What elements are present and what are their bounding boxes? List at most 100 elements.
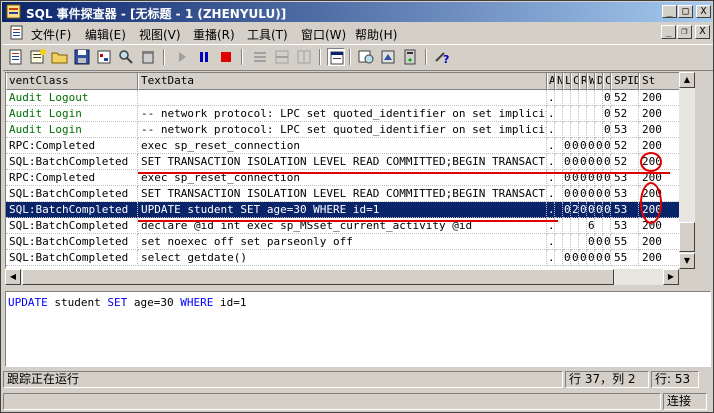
table-cell: 53 [611,218,639,234]
grid-horizontal-scrollbar[interactable]: ◀ ▶ [5,269,679,285]
mdi-restore-button[interactable]: ❐ [677,25,692,39]
new-trace-icon[interactable] [7,48,25,66]
new-template-icon[interactable] [29,48,47,66]
menu-edit[interactable]: 编辑(E) [85,26,126,43]
table-cell: 53 [611,186,639,202]
scroll-thumb[interactable] [679,222,695,252]
help-icon[interactable]: ? [433,48,451,66]
table-cell [571,90,579,106]
column-header[interactable]: R [579,73,587,90]
query-analyzer-icon[interactable] [357,48,375,66]
find-icon[interactable] [117,48,135,66]
menu-window[interactable]: 窗口(W) [301,26,346,43]
status-bar: 跟踪正在运行 行 37，列 2 行: 53 [3,369,713,389]
table-cell [555,202,563,218]
title-bar[interactable]: SQL 事件探查器 - [无标题 - 1 (ZHENYULU)] _ □ X [2,2,712,22]
mdi-close-button[interactable]: X [695,25,710,39]
document-icon[interactable] [9,25,24,40]
clear-trace-icon[interactable] [139,48,157,66]
table-row[interactable]: Audit Login -- network protocol: LPC set … [6,122,694,138]
column-header[interactable]: C [571,73,579,90]
table-cell [587,122,595,138]
table-row[interactable]: SQL:BatchCompletedselect getdate()......… [6,250,694,266]
stop-icon[interactable] [217,48,235,66]
run-to-cursor-icon[interactable] [273,48,291,66]
column-header[interactable]: ventClass [6,73,138,90]
table-cell: 0 [563,186,571,202]
table-cell: UPDATE student SET age=30 WHERE id=1 [138,202,547,218]
tuning-wizard-icon[interactable] [379,48,397,66]
column-header[interactable]: A [547,73,555,90]
menu-replay[interactable]: 重播(R) [193,26,235,43]
table-cell: RPC:Completed [6,170,138,186]
column-header[interactable]: SPID [611,73,639,90]
menu-file[interactable]: 文件(F) [31,26,71,43]
step-icon[interactable] [251,48,269,66]
detail-pane-icon[interactable] [327,48,345,66]
table-cell: 2 [571,202,579,218]
table-cell [571,218,579,234]
table-cell: 0 [603,234,611,250]
table-cell: 0 [571,138,579,154]
table-cell: SQL:BatchCompleted [6,202,138,218]
table-cell [571,106,579,122]
scroll-left-arrow-icon[interactable]: ◀ [5,269,21,285]
properties-icon[interactable] [95,48,113,66]
table-cell: 0 [603,250,611,266]
table-row[interactable]: RPC:Completedexec sp_reset_connection...… [6,138,694,154]
table-cell: 6 [587,218,595,234]
table-row[interactable]: SQL:BatchCompleted UPDATE student SET age… [6,202,694,218]
toggle-breakpoint-icon[interactable] [295,48,313,66]
status-connection: 连接 [663,393,707,410]
scroll-up-arrow-icon[interactable]: ▲ [679,72,695,88]
column-header[interactable]: TextData [138,73,547,90]
mdi-minimize-button[interactable]: _ [661,25,676,39]
table-cell [563,106,571,122]
scroll-thumb[interactable] [22,269,614,285]
table-row[interactable]: Audit Logout......052200 [6,90,694,106]
grid-vertical-scrollbar[interactable]: ▲ ▼ [679,72,695,269]
table-cell: Audit Login [6,106,138,122]
scroll-down-arrow-icon[interactable]: ▼ [679,253,695,269]
table-cell: SQL:BatchCompleted [6,186,138,202]
table-row[interactable]: SQL:BatchCompleted set noexec off set par… [6,234,694,250]
server-icon[interactable] [401,48,419,66]
column-header[interactable]: W [587,73,595,90]
sql-text: id=1 [213,296,247,309]
minimize-button[interactable]: _ [662,5,677,18]
menu-tools[interactable]: 工具(T) [247,26,288,43]
run-icon[interactable] [173,48,191,66]
table-cell [563,234,571,250]
profiler-window: SQL 事件探查器 - [无标题 - 1 (ZHENYULU)] _ □ X 文… [0,0,714,413]
column-header[interactable]: D [595,73,603,90]
table-cell: 0 [603,154,611,170]
table-cell: -- network protocol: LPC set quoted_iden… [138,122,547,138]
close-button[interactable]: X [696,5,711,18]
trace-grid[interactable]: ventClass TextData A N L C R W D C SPID St Audit Lo… [5,72,695,269]
table-cell [555,90,563,106]
detail-pane[interactable]: UPDATE student SET age=30 WHERE id=1 [5,291,711,367]
toolbar-separator [425,49,427,65]
table-row[interactable]: SQL:BatchCompleted SET TRANSACTION ISOLAT… [6,154,694,170]
maximize-button[interactable]: □ [678,5,693,18]
open-folder-icon[interactable] [51,48,69,66]
pause-icon[interactable] [195,48,213,66]
column-header[interactable]: N [555,73,563,90]
save-icon[interactable] [73,48,91,66]
menu-help[interactable]: 帮助(H) [355,26,397,43]
table-row[interactable]: Audit Login -- network protocol: LPC set … [6,106,694,122]
scroll-right-arrow-icon[interactable]: ▶ [663,269,679,285]
table-cell [587,106,595,122]
column-header[interactable]: L [563,73,571,90]
table-cell [138,90,547,106]
table-cell: ...... [547,122,555,138]
table-cell: set noexec off set parseonly off [138,234,547,250]
table-row[interactable]: SQL:BatchCompleted SET TRANSACTION ISOLAT… [6,186,694,202]
menu-view[interactable]: 视图(V) [139,26,181,43]
window-title: SQL 事件探查器 - [无标题 - 1 (ZHENYULU)] [26,7,287,21]
column-header[interactable]: C [603,73,611,90]
table-cell: 0 [603,122,611,138]
table-cell: ...... [547,138,555,154]
table-cell: 0 [603,202,611,218]
status-rows: 行: 53 [651,371,699,388]
